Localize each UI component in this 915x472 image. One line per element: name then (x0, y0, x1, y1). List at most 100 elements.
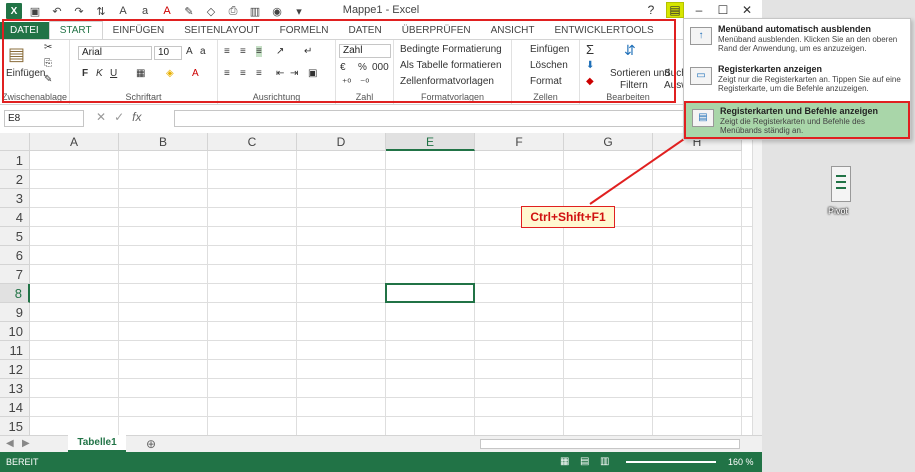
minimize-icon[interactable]: – (690, 2, 708, 18)
selected-cell[interactable] (385, 283, 475, 303)
row-header[interactable]: 1 (0, 151, 30, 170)
indent-increase-icon[interactable]: ⇥ (290, 68, 298, 79)
merge-center-icon[interactable]: ▣ (308, 68, 317, 79)
enter-icon[interactable]: ✓ (114, 110, 124, 124)
align-left-icon[interactable]: ≡ (224, 68, 230, 79)
align-middle-icon[interactable]: ≡ (240, 46, 246, 57)
cut-icon[interactable]: ✂ (44, 42, 52, 53)
excel-file-icon[interactable] (831, 166, 851, 202)
conditional-formatting-button[interactable]: Bedingte Formatierung (400, 44, 502, 55)
tab-entwicklertools[interactable]: ENTWICKLERTOOLS (545, 22, 664, 39)
row-header[interactable]: 12 (0, 360, 30, 379)
row-header[interactable]: 15 (0, 417, 30, 435)
tab-ansicht[interactable]: ANSICHT (481, 22, 545, 39)
row-header[interactable]: 10 (0, 322, 30, 341)
copy-icon[interactable]: ⎘ (44, 58, 52, 69)
tab-formeln[interactable]: FORMELN (270, 22, 339, 39)
column-header[interactable]: A (30, 133, 119, 151)
ribbon-display-options-icon[interactable]: ▤ (666, 2, 684, 18)
name-box[interactable]: E8 (4, 110, 84, 127)
horizontal-scrollbar[interactable] (480, 439, 740, 449)
row-header[interactable]: 11 (0, 341, 30, 360)
format-cells-button[interactable]: Format (530, 76, 562, 87)
clear-icon[interactable]: ◆ (586, 76, 594, 87)
zoom-slider[interactable] (626, 461, 716, 463)
row-header[interactable]: 2 (0, 170, 30, 189)
border-icon[interactable]: ▦ (136, 68, 145, 79)
bold-button[interactable]: F (82, 68, 88, 79)
sort-filter-label-1[interactable]: Sortieren und (610, 68, 670, 79)
menu-item-show-tabs[interactable]: ▭ Registerkarten anzeigen Zeigt nur die … (684, 61, 910, 95)
font-grow-icon[interactable]: A (186, 46, 193, 57)
thousands-icon[interactable]: 000 (372, 62, 389, 73)
font-size-combo[interactable]: 10 (154, 46, 182, 60)
wrap-text-icon[interactable]: ↵ (304, 46, 312, 57)
row-header[interactable]: 3 (0, 189, 30, 208)
tab-ueberpruefen[interactable]: ÜBERPRÜFEN (392, 22, 481, 39)
format-as-table-button[interactable]: Als Tabelle formatieren (400, 60, 502, 71)
italic-button[interactable]: K (96, 68, 103, 79)
row-header[interactable]: 7 (0, 265, 30, 284)
format-painter-icon[interactable]: ✎ (44, 74, 52, 85)
close-icon[interactable]: ✕ (738, 2, 756, 18)
tab-seitenlayout[interactable]: SEITENLAYOUT (174, 22, 269, 39)
vertical-scrollbar[interactable] (752, 133, 762, 435)
row-header[interactable]: 6 (0, 246, 30, 265)
row-header[interactable]: 14 (0, 398, 30, 417)
fill-icon[interactable]: ⬇ (586, 60, 594, 71)
sheet-nav-next-icon[interactable]: ▶ (22, 438, 30, 449)
orientation-icon[interactable]: ↗ (276, 46, 284, 57)
insert-cells-button[interactable]: Einfügen (530, 44, 569, 55)
delete-cells-button[interactable]: Löschen (530, 60, 568, 71)
row-header[interactable]: 8 (0, 284, 30, 303)
font-color-icon[interactable]: A (192, 68, 199, 79)
font-shrink-icon[interactable]: a (200, 46, 206, 57)
align-bottom-icon[interactable]: ≡ (256, 46, 262, 57)
menu-item-autohide[interactable]: ↑ Menüband automatisch ausblenden Menüba… (684, 21, 910, 55)
align-center-icon[interactable]: ≡ (240, 68, 246, 79)
font-name-combo[interactable]: Arial (78, 46, 152, 60)
row-header[interactable]: 4 (0, 208, 30, 227)
column-header[interactable]: D (297, 133, 386, 151)
sheet-nav-prev-icon[interactable]: ◀ (6, 438, 14, 449)
normal-view-icon[interactable]: ▦ (560, 456, 569, 467)
help-icon[interactable]: ? (642, 2, 660, 18)
tab-daten[interactable]: DATEN (339, 22, 392, 39)
decimal-increase-icon[interactable]: ⁺⁰ (342, 78, 351, 89)
select-all-corner[interactable] (0, 133, 30, 151)
sheet-tab[interactable]: Tabelle1 (68, 435, 126, 452)
row-header[interactable]: 9 (0, 303, 30, 322)
tab-einfuegen[interactable]: EINFÜGEN (103, 22, 175, 39)
tab-start[interactable]: START (48, 21, 103, 39)
cell-styles-button[interactable]: Zellenformatvorlagen (400, 76, 494, 87)
autosum-icon[interactable]: Σ (586, 42, 594, 57)
page-layout-icon[interactable]: ▤ (580, 456, 589, 467)
align-top-icon[interactable]: ≡ (224, 46, 230, 57)
decimal-decrease-icon[interactable]: ⁻⁰ (360, 78, 369, 89)
tab-datei[interactable]: DATEI (0, 22, 49, 39)
cancel-icon[interactable]: ✕ (96, 110, 106, 124)
insert-function-button[interactable]: fx (132, 110, 141, 124)
underline-button[interactable]: U (110, 68, 117, 79)
paste-icon[interactable]: ▤ (8, 44, 25, 65)
fill-color-icon[interactable]: ◈ (166, 68, 174, 79)
column-header[interactable]: B (119, 133, 208, 151)
indent-decrease-icon[interactable]: ⇤ (276, 68, 284, 79)
menu-item-show-tabs-commands[interactable]: ▤ Registerkarten und Befehle anzeigen Ze… (684, 101, 910, 139)
column-header[interactable]: F (475, 133, 564, 151)
page-break-icon[interactable]: ▥ (600, 456, 609, 467)
zoom-level[interactable]: 160 % (728, 457, 754, 467)
currency-icon[interactable]: € (340, 62, 346, 73)
sort-filter-label-2[interactable]: Filtern (620, 80, 648, 91)
row-header[interactable]: 5 (0, 227, 30, 246)
add-sheet-icon[interactable]: ⊕ (146, 437, 156, 451)
maximize-icon[interactable]: ☐ (714, 2, 732, 18)
number-format-combo[interactable]: Zahl (339, 44, 391, 58)
percent-icon[interactable]: % (358, 62, 367, 73)
sort-filter-icon[interactable]: ⇵ (624, 42, 636, 59)
row-header[interactable]: 13 (0, 379, 30, 398)
column-header[interactable]: E (386, 133, 475, 151)
column-header[interactable]: C (208, 133, 297, 151)
align-right-icon[interactable]: ≡ (256, 68, 262, 79)
paste-button[interactable]: Einfügen (6, 68, 45, 79)
